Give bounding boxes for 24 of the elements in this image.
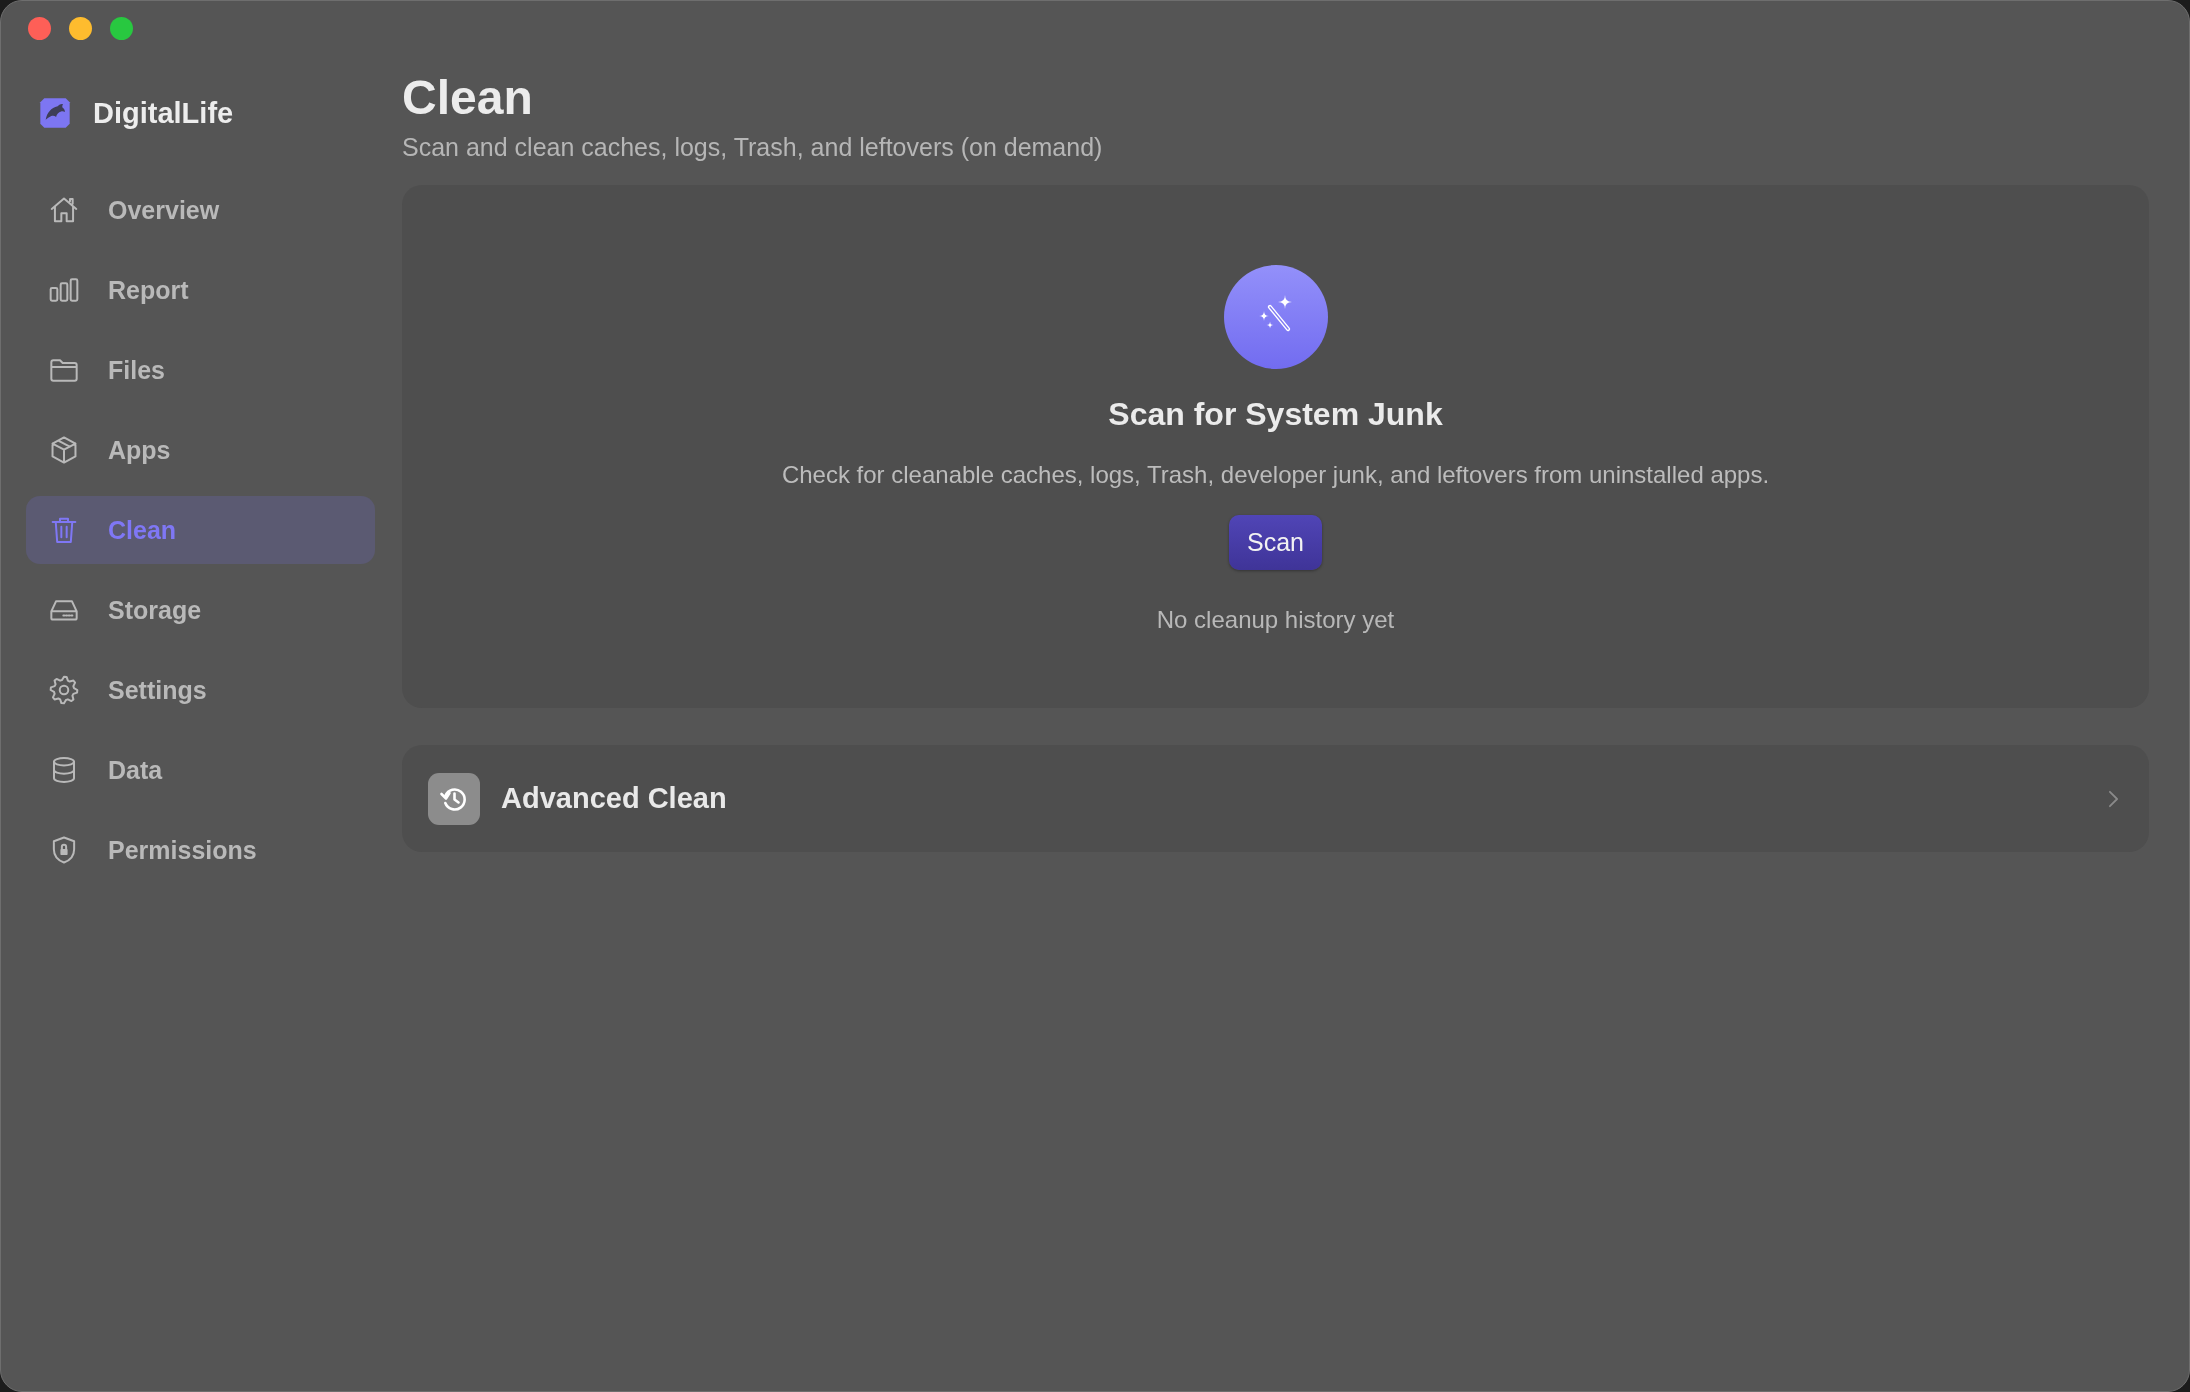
sidebar-item[interactable]: Data bbox=[26, 736, 375, 804]
scan-title: Scan for System Junk bbox=[1108, 395, 1443, 434]
advanced-clean-row[interactable]: Advanced Clean bbox=[402, 745, 2149, 852]
history-status: No cleanup history yet bbox=[1156, 605, 1395, 635]
zoom-button[interactable] bbox=[110, 17, 133, 40]
sidebar-item[interactable]: Storage bbox=[26, 576, 375, 644]
sidebar-item[interactable]: Files bbox=[26, 336, 375, 404]
sidebar-item[interactable]: Permissions bbox=[26, 816, 375, 884]
sidebar-item[interactable]: Overview bbox=[26, 176, 375, 244]
sidebar-item[interactable]: Report bbox=[26, 256, 375, 324]
chevron-right-icon bbox=[2108, 789, 2119, 808]
app-logo-icon bbox=[39, 97, 71, 129]
settings-icon bbox=[48, 674, 80, 706]
sidebar-item[interactable]: Apps bbox=[26, 416, 375, 484]
page-title: Clean bbox=[402, 72, 534, 124]
scan-button[interactable]: Scan bbox=[1229, 515, 1322, 570]
history-icon bbox=[428, 772, 480, 825]
scan-description: Check for cleanable caches, logs, Trash, developer junk, and leftovers from uninstalled apps. bbox=[781, 460, 1770, 490]
sidebar-item[interactable]: Settings bbox=[26, 656, 375, 724]
app-name: DigitalLife bbox=[93, 96, 234, 130]
magic-wand-icon bbox=[1223, 265, 1328, 369]
minimize-button[interactable] bbox=[69, 17, 92, 40]
page-subtitle: Scan and clean caches, logs, Trash, and leftovers (on demand) bbox=[402, 132, 1104, 163]
close-button[interactable] bbox=[28, 17, 51, 40]
